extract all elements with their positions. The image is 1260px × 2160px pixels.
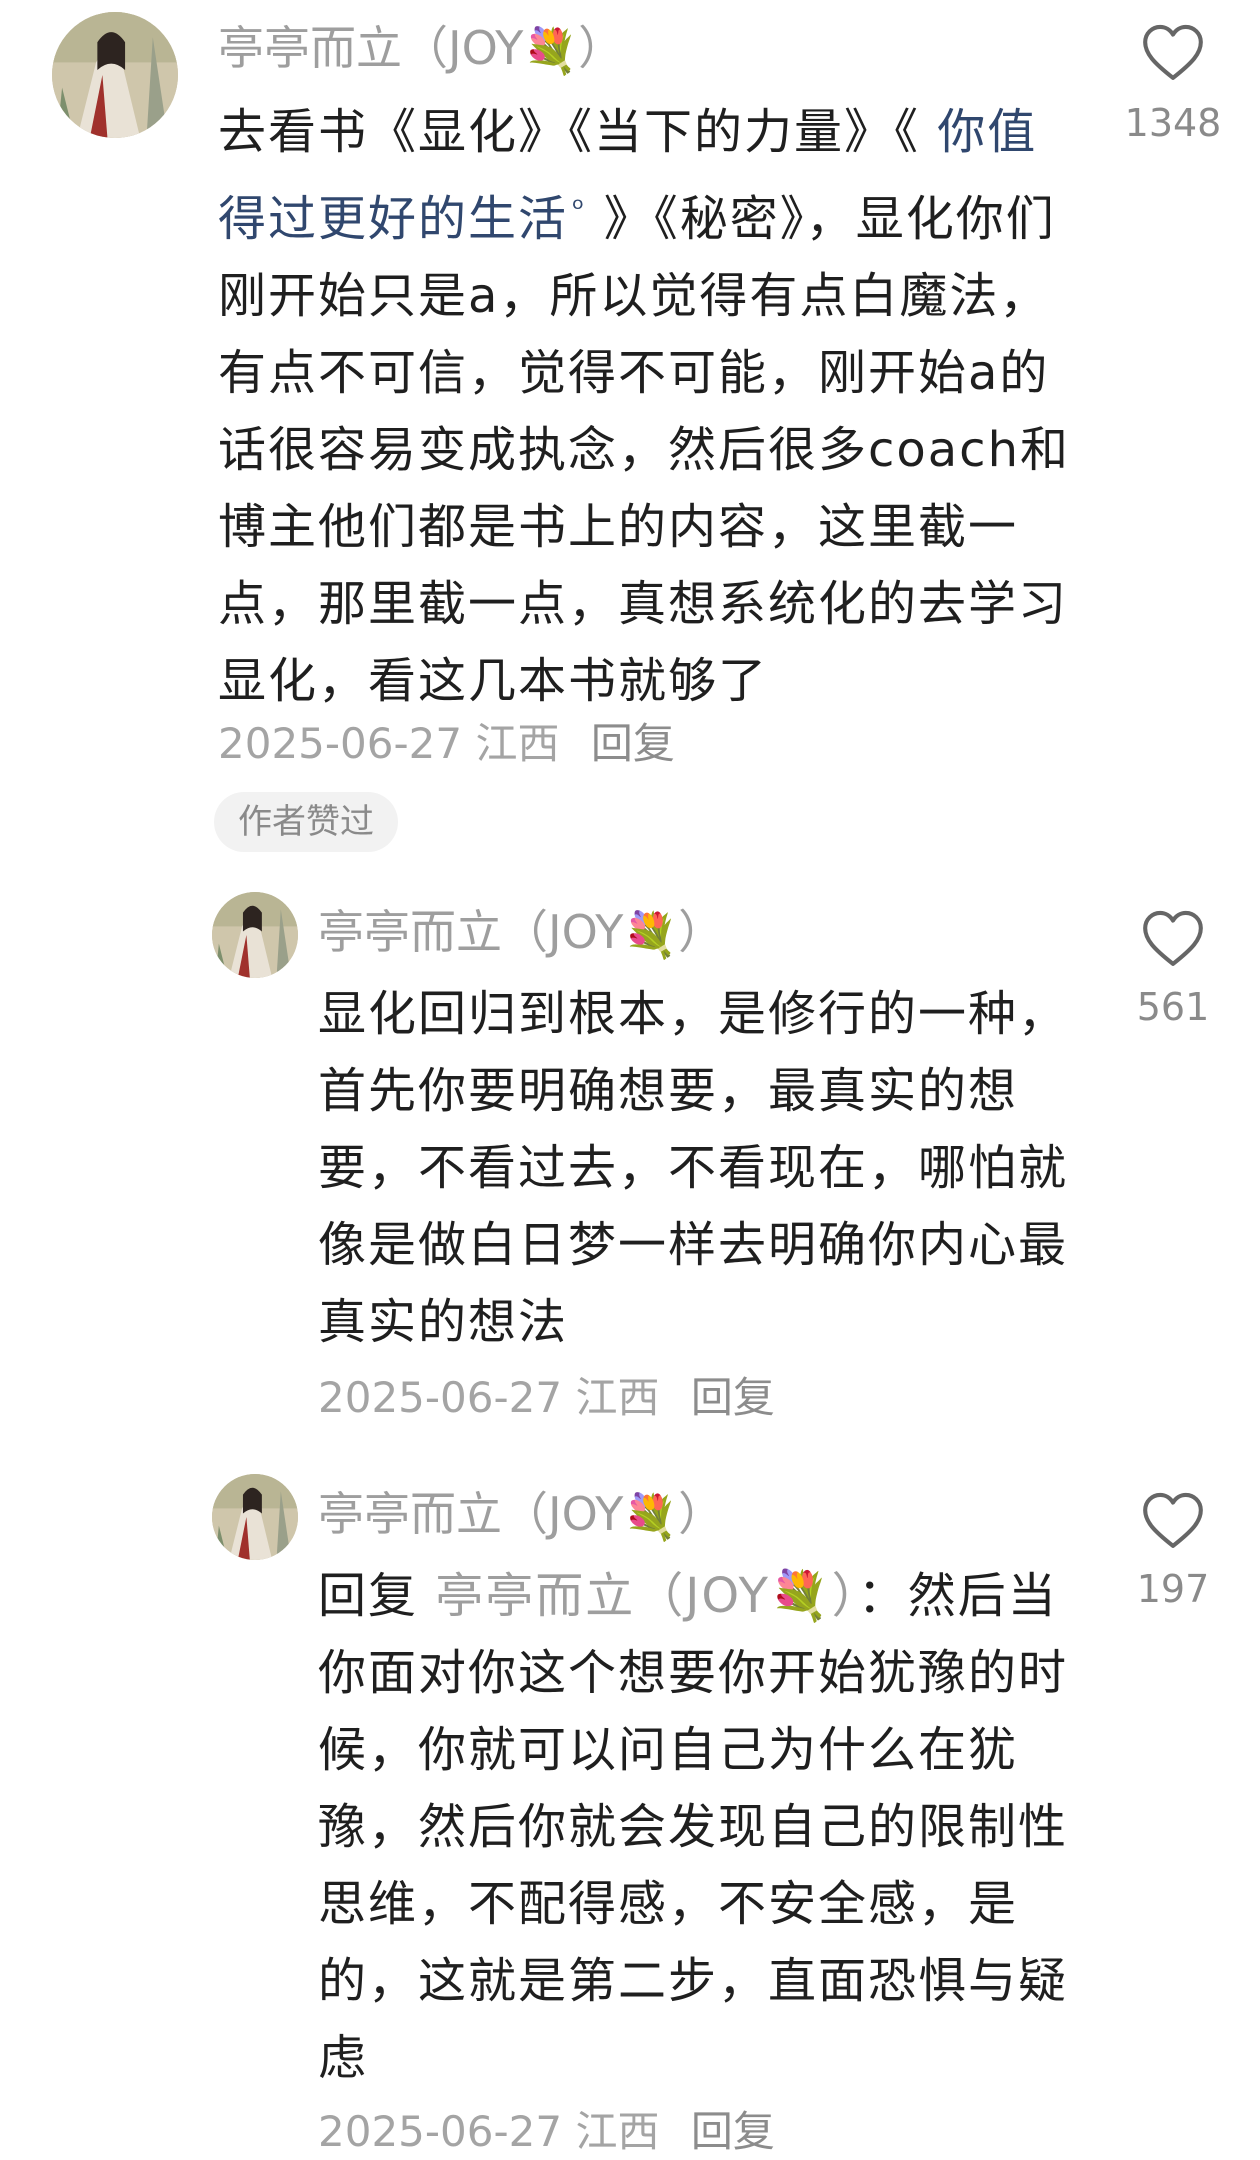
comment-location: 江西	[575, 2107, 660, 2156]
avatar[interactable]	[212, 892, 298, 978]
flower-emoji-icon: 💐	[769, 1568, 832, 1624]
flower-emoji-icon: 💐	[523, 26, 579, 77]
author-name-suffix: ）	[678, 905, 725, 959]
reply-prefix: 回复	[318, 1568, 436, 1624]
author-name: 亭亭而立（JOY	[318, 905, 624, 959]
heart-outline-icon[interactable]	[1140, 1490, 1206, 1550]
author-name-suffix: ）	[578, 21, 625, 75]
comment-author[interactable]: 亭亭而立（JOY💐）	[318, 902, 724, 966]
comment-date: 2025-06-27	[318, 2107, 563, 2156]
comment-text-part: 然后当你面对你这个想要你开始犹豫的时候，你就可以问自己为什么在犹豫，然后你就会发…	[318, 1568, 1069, 2086]
comment-author[interactable]: 亭亭而立（JOY💐）	[318, 1484, 724, 1548]
portrait-avatar-icon	[212, 892, 298, 978]
comment-meta: 2025-06-27 江西 回复	[318, 1370, 775, 1426]
reply-target-suffix: ）	[831, 1568, 858, 1624]
like-count: 561	[1136, 985, 1210, 1029]
avatar[interactable]	[52, 12, 178, 138]
flower-emoji-icon: 💐	[623, 1492, 679, 1543]
comment-location: 江西	[575, 1373, 660, 1422]
author-name: 亭亭而立（JOY	[218, 21, 524, 75]
reply-button[interactable]: 回复	[591, 719, 675, 768]
heart-outline-icon[interactable]	[1140, 22, 1206, 82]
comment-meta: 2025-06-27 江西 回复	[318, 2104, 775, 2160]
comment-location: 江西	[475, 719, 560, 768]
comment-meta: 2025-06-27 江西 回复	[218, 716, 675, 772]
search-link-icon[interactable]: ᵒ	[572, 192, 586, 227]
author-name: 亭亭而立（JOY	[318, 1487, 624, 1541]
comment-author[interactable]: 亭亭而立（JOY💐）	[218, 18, 624, 82]
reply-button[interactable]: 回复	[691, 1373, 775, 1422]
portrait-avatar-icon	[212, 1474, 298, 1560]
comment-text-part: 去看书《显化》《当下的力量》《	[218, 104, 938, 160]
reply-target-name[interactable]: 亭亭而立（JOY	[435, 1568, 770, 1624]
like-count: 197	[1136, 1567, 1210, 1611]
author-name-suffix: ）	[678, 1487, 725, 1541]
comment-text[interactable]: 回复 亭亭而立（JOY💐）：然后当你面对你这个想要你开始犹豫的时候，你就可以问自…	[318, 1558, 1084, 2097]
author-liked-badge: 作者赞过	[214, 792, 398, 852]
reply-colon: ：	[857, 1568, 908, 1624]
comment-text[interactable]: 显化回归到根本，是修行的一种，首先你要明确想要，最真实的想要，不看过去，不看现在…	[318, 976, 1080, 1361]
heart-outline-icon[interactable]	[1140, 908, 1206, 968]
avatar[interactable]	[212, 1474, 298, 1560]
comment-date: 2025-06-27	[218, 719, 463, 768]
comment-text[interactable]: 去看书《显化》《当下的力量》《 你值得过更好的生活 ᵒ 》《秘密》，显化你们刚开始…	[218, 94, 1084, 720]
like-count: 1348	[1124, 101, 1222, 145]
comment-date: 2025-06-27	[318, 1373, 563, 1422]
comment-text-part: 》《秘密》，显化你们刚开始只是a，所以觉得有点白魔法，有点不可信，觉得不可能，刚…	[218, 191, 1070, 709]
reply-button[interactable]: 回复	[691, 2107, 775, 2156]
portrait-avatar-icon	[52, 12, 178, 138]
flower-emoji-icon: 💐	[623, 910, 679, 961]
